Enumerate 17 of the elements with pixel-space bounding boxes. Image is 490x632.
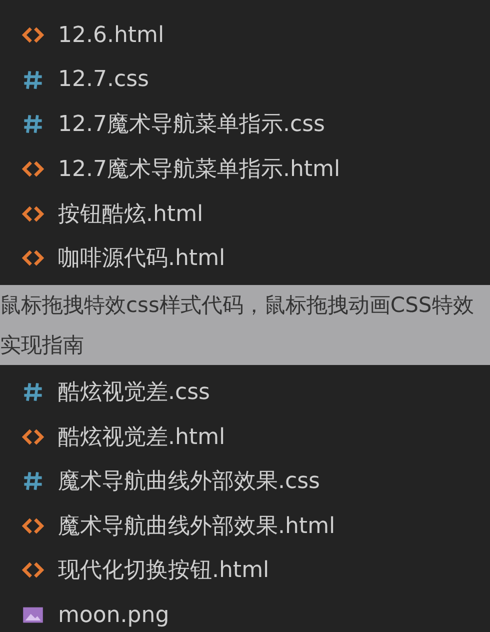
file-item[interactable]: moon.png	[0, 592, 490, 632]
file-item[interactable]: 魔术导航曲线外部效果.html	[0, 504, 490, 548]
file-item[interactable]: 12.7.css	[0, 58, 490, 102]
hash-icon	[22, 68, 44, 91]
file-item[interactable]: 12.6.html	[0, 13, 490, 58]
file-item[interactable]: 12.7魔术导航菜单指示.css	[0, 102, 490, 147]
hash-icon	[22, 113, 44, 136]
file-item[interactable]: 现代化切换按钮.html	[0, 548, 490, 593]
hash-icon	[22, 381, 44, 404]
hash-icon	[22, 470, 44, 492]
file-item[interactable]: 12.7魔术导航菜单指示.html	[0, 146, 490, 192]
file-item[interactable]: 酷炫视觉差.html	[0, 414, 490, 459]
file-item[interactable]: 魔术导航曲线外部效果.css	[0, 458, 490, 504]
file-item[interactable]: 酷炫视觉差.css	[0, 370, 490, 414]
file-item[interactable]: 咖啡源代码.html	[0, 236, 490, 281]
caption-text: 鼠标拖拽特效css样式代码，鼠标拖拽动画CSS特效实现指南	[0, 292, 475, 360]
file-item[interactable]: 按钮酷炫.html	[0, 191, 490, 236]
